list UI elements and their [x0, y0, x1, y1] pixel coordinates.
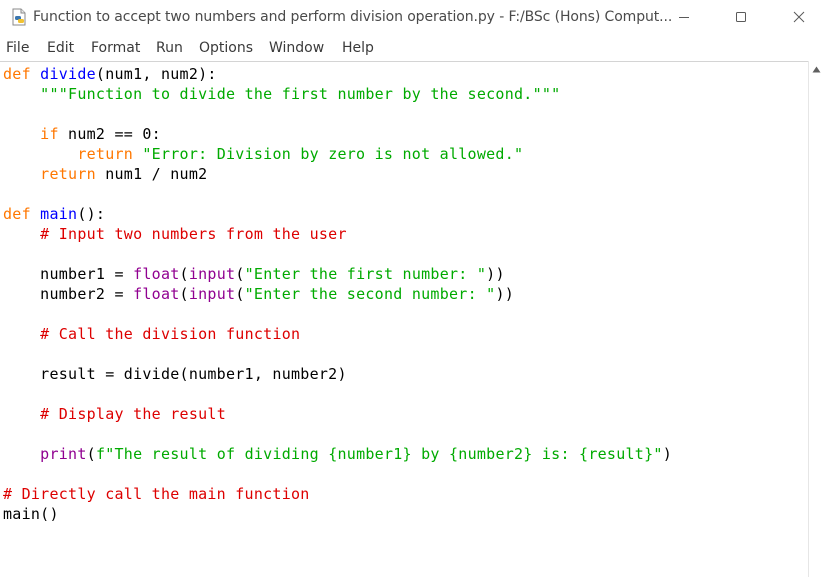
- code-token-cmt: # Input two numbers from the user: [40, 225, 347, 243]
- code-token-bi: print: [40, 445, 87, 463]
- code-token-plain: number1 =: [3, 265, 134, 283]
- code-token-plain: num2 == 0:: [58, 125, 161, 143]
- code-line: # Display the result: [3, 404, 226, 424]
- code-token-plain: ():: [77, 205, 106, 223]
- code-token-plain: (: [86, 445, 96, 463]
- code-token-plain: ): [662, 445, 672, 463]
- code-line: """Function to divide the first number b…: [3, 84, 560, 104]
- code-token-plain: main(): [3, 505, 59, 523]
- code-token-str: "Enter the first number: ": [244, 265, 487, 283]
- menu-edit[interactable]: Edit: [47, 40, 74, 56]
- minimize-icon: [678, 11, 690, 23]
- code-token-bi: float: [133, 285, 180, 303]
- code-token-plain: (: [235, 265, 245, 283]
- code-line: # Call the division function: [3, 324, 300, 344]
- code-token-cmt: # Directly call the main function: [3, 485, 310, 503]
- code-token-kw: def: [3, 65, 31, 83]
- menu-bar: File Edit Format Run Options Window Help: [0, 38, 823, 60]
- code-line: print(f"The result of dividing {number1}…: [3, 444, 672, 464]
- code-line: if num2 == 0:: [3, 124, 161, 144]
- code-token-plain: (: [179, 265, 189, 283]
- code-token-kw: def: [3, 205, 31, 223]
- menu-file[interactable]: File: [6, 40, 29, 56]
- close-button[interactable]: [770, 0, 823, 34]
- scroll-up-arrow-icon[interactable]: [809, 63, 823, 75]
- code-token-str: "Error: Division by zero is not allowed.…: [142, 145, 524, 163]
- maximize-button[interactable]: [712, 0, 770, 34]
- code-token-plain: )): [495, 285, 515, 303]
- vertical-scrollbar[interactable]: [808, 61, 823, 577]
- code-token-plain: number2 =: [3, 285, 134, 303]
- code-line: result = divide(number1, number2): [3, 364, 347, 384]
- close-icon: [793, 11, 805, 23]
- code-token-cmt: # Call the division function: [40, 325, 301, 343]
- menu-window[interactable]: Window: [269, 40, 324, 56]
- title-bar: Function to accept two numbers and perfo…: [0, 0, 823, 36]
- code-line: # Directly call the main function: [3, 484, 310, 504]
- code-token-bi: input: [188, 265, 236, 283]
- code-token-plain: )): [486, 265, 505, 283]
- code-token-plain: (: [235, 285, 245, 303]
- code-line: # Input two numbers from the user: [3, 224, 347, 244]
- code-token-plain: (num1, num2):: [95, 65, 217, 83]
- code-token-bi: float: [133, 265, 180, 283]
- code-token-def: main: [40, 205, 78, 223]
- code-token-cmt: # Display the result: [40, 405, 226, 423]
- python-file-icon: [10, 8, 28, 26]
- code-token-kw: return: [40, 165, 96, 183]
- menu-format[interactable]: Format: [91, 40, 140, 56]
- code-line: return "Error: Division by zero is not a…: [3, 144, 523, 164]
- window-title: Function to accept two numbers and perfo…: [33, 9, 673, 25]
- code-token-bi: input: [188, 285, 236, 303]
- code-token-kw: if: [40, 125, 59, 143]
- code-line: def main():: [3, 204, 105, 224]
- code-token-kw: return: [77, 145, 134, 163]
- code-line: number1 = float(input("Enter the first n…: [3, 264, 505, 284]
- maximize-icon: [735, 11, 747, 23]
- code-token-plain: num1 / num2: [95, 165, 208, 183]
- code-line: return num1 / num2: [3, 164, 207, 184]
- menu-run[interactable]: Run: [156, 40, 183, 56]
- code-token-str: "Enter the second number: ": [244, 285, 496, 303]
- code-line: main(): [3, 504, 59, 524]
- code-token-str: """Function to divide the first number b…: [40, 85, 561, 103]
- menu-help[interactable]: Help: [342, 40, 374, 56]
- code-token-def: divide: [40, 65, 96, 83]
- code-line: def divide(num1, num2):: [3, 64, 217, 84]
- code-token-plain: (: [179, 285, 189, 303]
- menu-options[interactable]: Options: [199, 40, 253, 56]
- code-editor[interactable]: def divide(num1, num2): """Function to d…: [0, 61, 808, 578]
- code-token-plain: result = divide(number1, number2): [3, 365, 347, 383]
- code-line: number2 = float(input("Enter the second …: [3, 284, 514, 304]
- code-token-str: f"The result of dividing {number1} by {n…: [95, 445, 663, 463]
- minimize-button[interactable]: [655, 0, 713, 34]
